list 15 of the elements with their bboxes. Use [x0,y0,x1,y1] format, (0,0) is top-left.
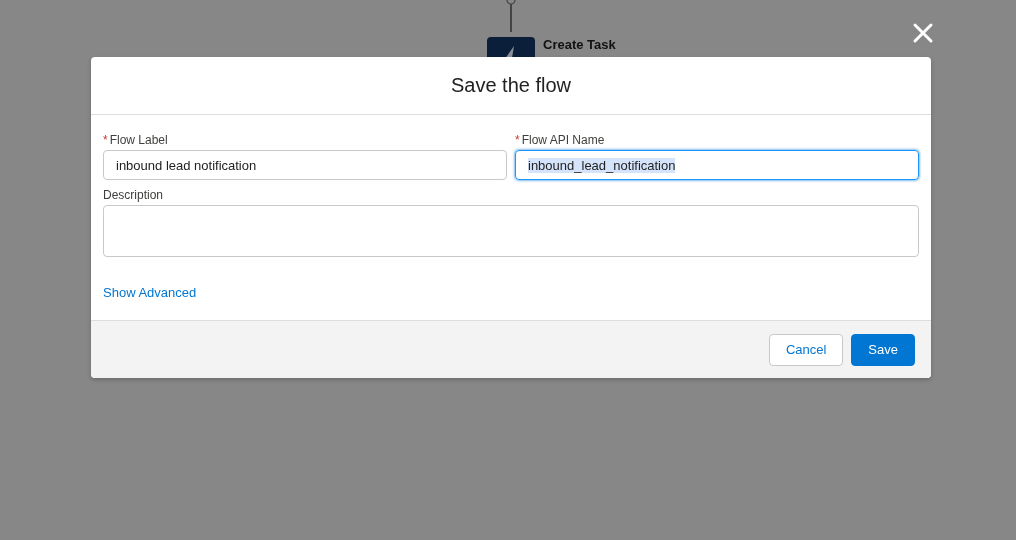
cancel-button[interactable]: Cancel [768,333,844,366]
field-label: Flow API Name [521,133,605,147]
field-label: Description [103,188,165,202]
description-field[interactable] [103,205,919,257]
save-button[interactable]: Save [851,333,915,366]
close-icon[interactable] [912,22,934,44]
show-advanced-link[interactable]: Show Advanced [103,285,197,300]
required-mark: * [515,133,520,147]
text-field[interactable]: inbound lead notification [103,150,507,180]
text-field[interactable]: inbound_lead_notification [515,150,919,180]
node-title: Create Task [543,37,616,52]
dialog-title: Save the flow [450,74,572,97]
field-label: Flow Label [109,133,168,147]
required-mark: * [103,133,108,147]
connector-drawing [505,0,517,34]
